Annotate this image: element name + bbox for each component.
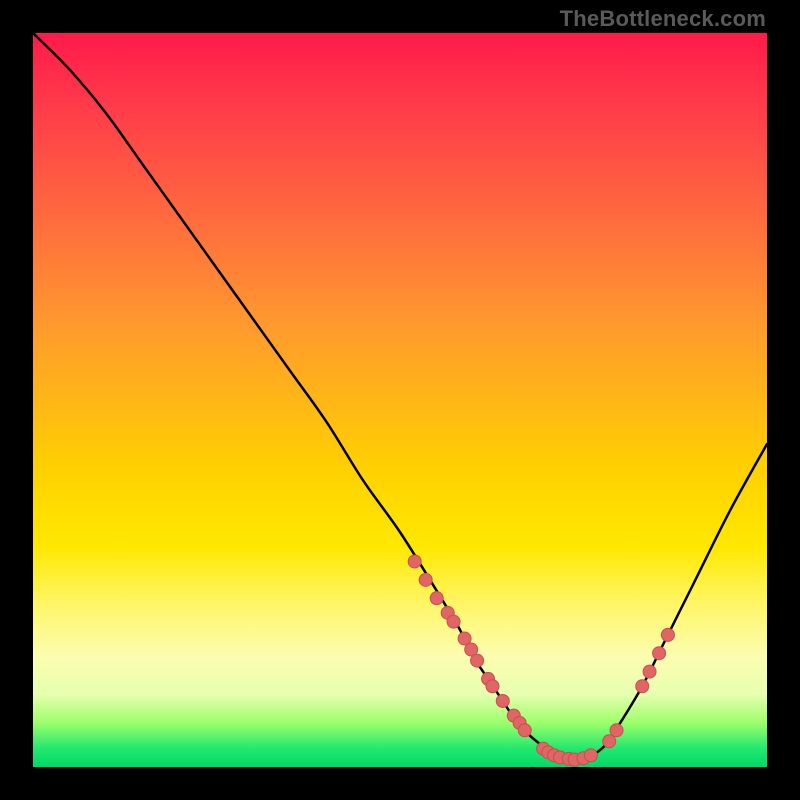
- plot-background: [33, 33, 767, 767]
- chart-stage: TheBottleneck.com: [0, 0, 800, 800]
- watermark-label: TheBottleneck.com: [560, 6, 766, 32]
